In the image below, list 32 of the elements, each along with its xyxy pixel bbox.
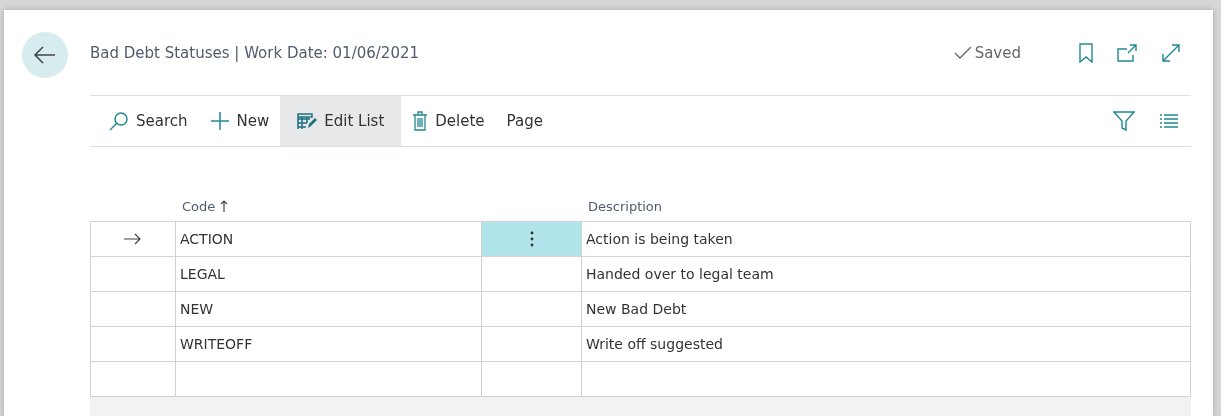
table-cell[interactable]: NEW bbox=[176, 292, 482, 326]
row-menu-cell[interactable] bbox=[482, 222, 582, 256]
action-button[interactable]: Delete bbox=[401, 96, 496, 146]
current-row-arrow-icon bbox=[124, 233, 142, 245]
action-button[interactable]: Page bbox=[495, 96, 554, 146]
action-button[interactable]: Search bbox=[98, 96, 199, 146]
open-new-window-icon[interactable] bbox=[1117, 43, 1137, 62]
table-cell[interactable]: New Bad Debt bbox=[582, 292, 1191, 326]
expand-icon[interactable] bbox=[1161, 42, 1181, 63]
table-cell[interactable]: LEGAL bbox=[176, 257, 482, 291]
sort-up-icon bbox=[220, 200, 229, 212]
search-icon bbox=[109, 111, 129, 131]
check-icon bbox=[953, 45, 972, 60]
edit-table-icon bbox=[297, 112, 318, 130]
page-title: Bad Debt Statuses | Work Date: 01/06/2021 bbox=[90, 43, 421, 62]
saved-status: Saved bbox=[974, 43, 1021, 62]
action-button[interactable]: Edit List bbox=[280, 96, 402, 146]
column-header[interactable]: Description bbox=[588, 198, 663, 214]
filter-icon[interactable] bbox=[1113, 111, 1135, 131]
table-cell[interactable]: WRITEOFF bbox=[176, 327, 482, 361]
table-cell[interactable]: Write off suggested bbox=[582, 327, 1191, 361]
back-button[interactable] bbox=[22, 32, 68, 78]
trash-icon bbox=[412, 111, 429, 131]
list-view-icon[interactable] bbox=[1159, 113, 1179, 129]
column-header[interactable]: Code bbox=[182, 198, 216, 214]
action-button[interactable]: New bbox=[198, 96, 281, 146]
bookmark-icon[interactable] bbox=[1079, 42, 1093, 63]
table-cell[interactable]: Action is being taken bbox=[582, 222, 1191, 256]
more-options-icon[interactable] bbox=[529, 231, 534, 247]
table-cell[interactable]: Handed over to legal team bbox=[582, 257, 1191, 291]
plus-icon bbox=[209, 111, 230, 131]
back-arrow-icon bbox=[33, 46, 57, 64]
